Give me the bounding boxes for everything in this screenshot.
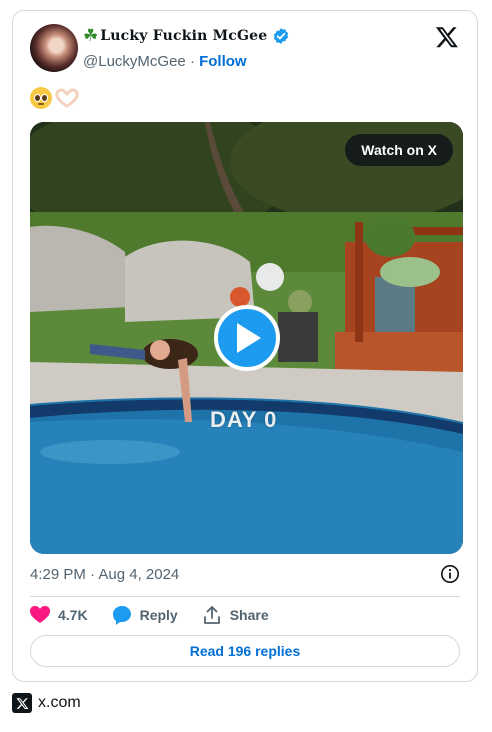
info-icon[interactable] <box>440 564 460 584</box>
reply-button[interactable]: Reply <box>112 605 178 625</box>
reply-label: Reply <box>139 607 178 623</box>
heart-icon <box>30 606 50 623</box>
follow-link[interactable]: Follow <box>199 53 247 70</box>
shamrock-icon: ☘ <box>83 25 99 46</box>
like-count: 4.7K <box>58 607 88 623</box>
heart-hands-emoji-icon <box>55 88 79 108</box>
holding-back-tears-emoji-icon <box>30 87 52 109</box>
video-overlay-text: DAY 0 <box>210 407 278 432</box>
x-logo-icon[interactable] <box>435 25 459 49</box>
share-icon <box>203 606 220 624</box>
author-name-row[interactable]: ☘ Lucky Fuckin McGee <box>83 27 290 45</box>
watch-on-x-button[interactable]: Watch on X <box>345 134 453 166</box>
verified-badge-icon <box>274 28 289 44</box>
embed-footer[interactable]: x.com <box>12 693 81 713</box>
avatar[interactable] <box>30 24 78 72</box>
display-name[interactable]: Lucky Fuckin McGee <box>100 28 267 44</box>
divider <box>30 596 460 597</box>
reply-bubble-icon <box>112 606 131 625</box>
site-link[interactable]: x.com <box>38 694 81 712</box>
play-icon <box>237 323 261 353</box>
video-player[interactable]: Watch on X DAY 0 <box>30 122 463 554</box>
handle[interactable]: @LuckyMcGee <box>83 53 186 70</box>
like-button[interactable]: 4.7K <box>30 606 88 624</box>
share-button[interactable]: Share <box>202 605 269 625</box>
play-button[interactable] <box>214 305 280 371</box>
x-logo-icon <box>12 693 32 713</box>
action-bar: 4.7K Reply Share <box>30 605 293 625</box>
tweet-card: ☘ Lucky Fuckin McGee @LuckyMcGee · Follo… <box>12 10 478 682</box>
separator: · <box>189 53 195 70</box>
tweet-text <box>30 87 80 109</box>
timestamp[interactable]: 4:29 PM · Aug 4, 2024 <box>30 566 179 583</box>
read-replies-button[interactable]: Read 196 replies <box>30 635 460 667</box>
handle-row: @LuckyMcGee · Follow <box>83 53 247 70</box>
share-label: Share <box>229 607 269 623</box>
